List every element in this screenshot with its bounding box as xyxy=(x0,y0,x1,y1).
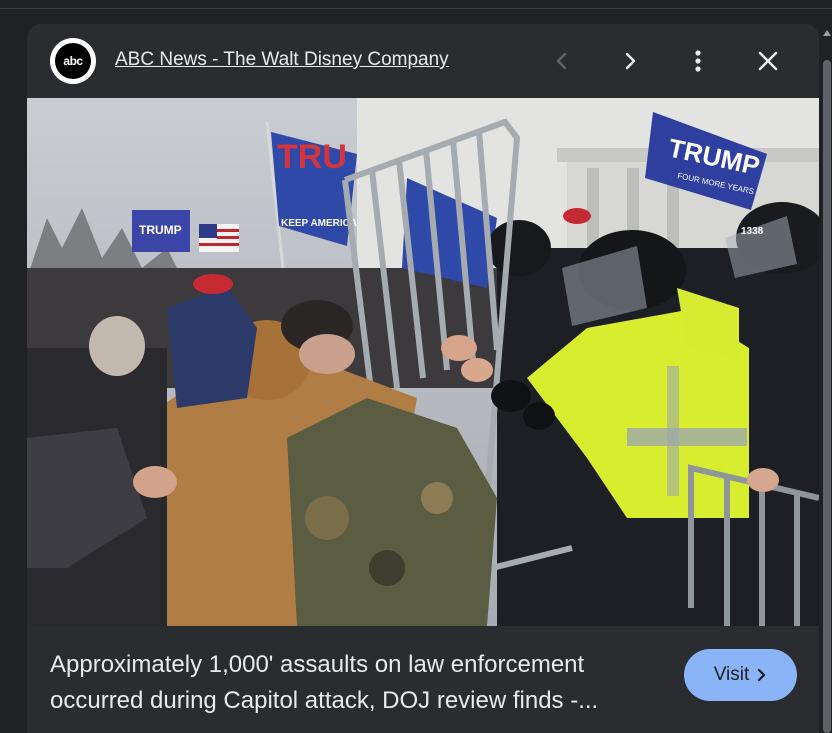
visit-label: Visit xyxy=(713,664,750,685)
article-caption[interactable]: Approximately 1,000' assaults on law enf… xyxy=(50,647,670,719)
source-link[interactable]: ABC News - The Walt Disney Company xyxy=(115,49,449,71)
chevron-right-icon xyxy=(625,52,636,70)
caption-line-2: occurred during Capitol attack, DOJ revi… xyxy=(50,687,599,714)
chevron-right-icon xyxy=(758,668,766,682)
news-photo[interactable]: TRUMP TRU KEEP AMERICA TRUMP FOUR MORE Y… xyxy=(27,98,819,626)
photo-illustration: TRUMP TRU KEEP AMERICA TRUMP FOUR MORE Y… xyxy=(27,98,819,626)
image-preview-panel: abc ABC News - The Walt Disney Company T… xyxy=(27,24,819,733)
next-button[interactable] xyxy=(613,44,647,78)
previous-button[interactable] xyxy=(545,44,579,78)
preview-header: abc ABC News - The Walt Disney Company xyxy=(27,24,819,98)
abc-logo-text: abc xyxy=(55,43,91,79)
visit-button[interactable]: Visit xyxy=(684,649,797,701)
more-options-button[interactable] xyxy=(681,44,715,78)
source-logo[interactable]: abc xyxy=(50,38,96,84)
scroll-up-arrow-icon[interactable] xyxy=(823,30,831,36)
flag-text-center: KEEP AMERICA xyxy=(281,218,357,229)
close-button[interactable] xyxy=(751,44,785,78)
chevron-left-icon xyxy=(556,52,567,70)
svg-text:TRU: TRU xyxy=(277,138,347,176)
close-icon xyxy=(758,51,778,71)
window-top-edge xyxy=(0,0,832,9)
helmet-number: 1338 xyxy=(741,226,764,237)
flag-text-left: TRUMP xyxy=(139,223,182,237)
caption-line-1: Approximately 1,000' assaults on law enf… xyxy=(50,651,585,678)
more-vert-icon xyxy=(695,50,701,72)
scrollbar-thumb[interactable] xyxy=(823,60,831,733)
